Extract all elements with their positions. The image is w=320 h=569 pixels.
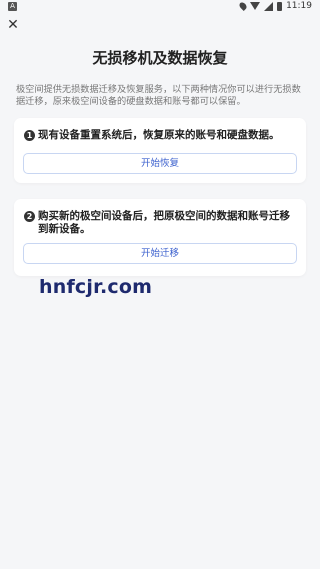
step-number-badge: 1 <box>24 130 35 141</box>
page-title: 无损移机及数据恢复 <box>92 49 228 67</box>
intro-text: 极空间提供无损数据迁移及恢复服务，以下两种情况你可以进行无损数据迁移，原来极空间… <box>16 84 301 107</box>
step-number-badge: 2 <box>24 211 35 222</box>
status-icons: 11:19 <box>238 1 312 11</box>
status-bar: A 11:19 <box>0 0 320 14</box>
location-icon <box>238 1 249 11</box>
start-restore-button[interactable]: 开始恢复 <box>23 153 297 174</box>
option-description: 现有设备重置系统后，恢复原来的账号和硬盘数据。 <box>38 129 280 141</box>
option-card-restore: 1 现有设备重置系统后，恢复原来的账号和硬盘数据。 开始恢复 <box>14 118 306 183</box>
close-icon: ✕ <box>7 17 19 33</box>
close-button[interactable]: ✕ <box>4 16 22 34</box>
start-migrate-button[interactable]: 开始迁移 <box>23 243 297 264</box>
battery-icon <box>277 1 283 11</box>
signal-icon <box>264 1 274 11</box>
wifi-icon <box>250 2 261 10</box>
watermark-text: hnfcjr.com <box>39 276 153 298</box>
status-time: 11:19 <box>286 1 312 11</box>
option-card-migrate: 2 购买新的极空间设备后，把原极空间的数据和账号迁移到新设备。 开始迁移 <box>14 199 306 276</box>
option-description: 购买新的极空间设备后，把原极空间的数据和账号迁移到新设备。 <box>38 210 290 235</box>
notification-icon: A <box>8 2 17 11</box>
